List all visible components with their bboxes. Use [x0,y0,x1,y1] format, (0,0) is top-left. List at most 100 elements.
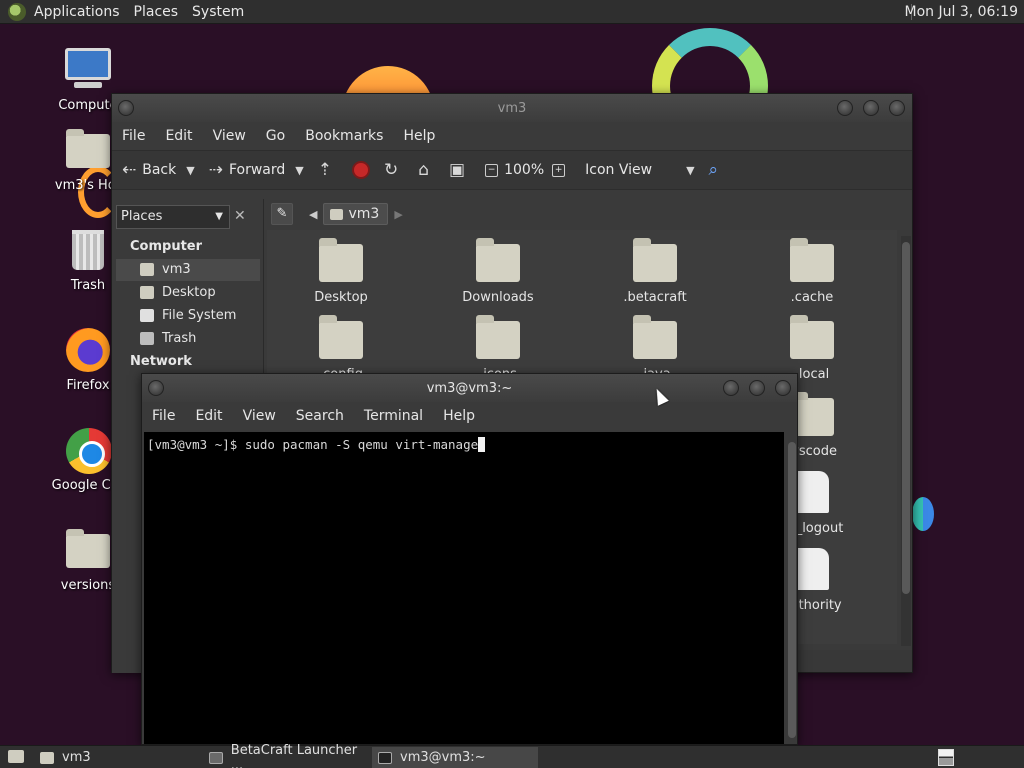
file-item[interactable]: .icons [438,313,558,382]
close-button[interactable] [889,100,905,116]
taskbar-item-betacraft[interactable]: BetaCraft Launcher ... [203,743,371,768]
maximize-button[interactable] [863,100,879,116]
menu-terminal[interactable]: Terminal [364,408,423,424]
menu-file[interactable]: File [122,128,145,144]
forward-button[interactable]: ⇢ Forward ▼ [209,160,304,180]
zoom-control[interactable]: − 100% + [485,162,571,178]
sidebar-places-select[interactable]: Places ▼ [116,205,230,229]
zoom-in-icon[interactable]: + [552,163,566,177]
menu-edit[interactable]: Edit [195,408,222,424]
taskbar-item-terminal[interactable]: vm3@vm3:~ [372,747,538,768]
home-button[interactable]: ⌂ [418,160,435,180]
folder-icon [319,238,363,282]
file-item[interactable]: .config [281,313,401,382]
scrollbar-thumb[interactable] [788,442,796,738]
back-button[interactable]: ⇠ Back ▼ [122,160,195,180]
window-title: vm3@vm3:~ [426,380,513,396]
app-window-icon [209,751,223,764]
home-folder-icon [64,126,112,174]
folder-icon [790,315,834,359]
close-button[interactable] [775,380,791,396]
folder-icon [476,238,520,282]
path-left-arrow-icon[interactable]: ◀ [309,208,317,221]
file-item[interactable]: Desktop [281,236,401,305]
maximize-button[interactable] [749,380,765,396]
file-item[interactable]: .cache [752,236,872,305]
search-button[interactable]: ⌕ [709,160,725,180]
document-icon [795,471,829,513]
view-mode-select[interactable]: Icon View ▼ [585,162,694,178]
window-menu-icon[interactable] [118,100,134,116]
stop-button[interactable] [352,161,370,179]
mate-logo-icon[interactable] [8,2,26,21]
menu-help[interactable]: Help [443,408,475,424]
file-label: Desktop [314,290,368,305]
search-icon: ⌕ [708,160,719,180]
edit-location-icon[interactable]: ✎ [271,203,293,225]
taskbar-item-label: BetaCraft Launcher ... [230,742,358,768]
scrollbar-thumb[interactable] [902,242,910,594]
chrome-icon [64,426,112,474]
computer-icon [64,46,112,94]
menu-view[interactable]: View [243,408,276,424]
terminal-screen[interactable]: [vm3@vm3 ~]$ sudo pacman -S qemu virt-ma… [144,432,784,744]
up-button[interactable]: ⇡ [318,160,338,180]
menu-go[interactable]: Go [266,128,285,144]
terminal-menubar: File Edit View Search Terminal Help [142,402,797,430]
top-panel: Applications Places System Mon Jul 3, 06… [0,0,1024,24]
forward-arrow-icon: ⇢ [208,160,223,180]
breadcrumb-vm3[interactable]: vm3 [323,203,389,225]
minimize-button[interactable] [837,100,853,116]
window-menu-icon[interactable] [148,380,164,396]
reload-button[interactable]: ↻ [384,160,404,180]
menu-file[interactable]: File [152,408,175,424]
minimize-button[interactable] [723,380,739,396]
file-manager-menubar: File Edit View Go Bookmarks Help [112,122,912,150]
file-item[interactable]: .java [595,313,715,382]
applications-menu[interactable]: Applications [34,4,120,20]
file-manager-titlebar[interactable]: vm3 [112,94,912,122]
terminal-titlebar[interactable]: vm3@vm3:~ [142,374,797,402]
workspace-switcher[interactable] [938,749,954,766]
terminal-scrollbar[interactable] [787,432,797,744]
computer-button[interactable]: ▣ [449,160,471,180]
clock[interactable]: Mon Jul 3, 06:19 [905,4,1018,20]
taskbar-item-label: vm3 [62,750,91,765]
folder-icon [319,315,363,359]
path-right-arrow-icon[interactable]: ▶ [394,208,402,221]
menu-help[interactable]: Help [403,128,435,144]
zoom-out-icon[interactable]: − [485,163,499,177]
sidebar-item-label: vm3 [162,262,191,277]
forward-history-dropdown-icon[interactable]: ▼ [295,164,303,177]
chevron-down-icon: ▼ [686,163,695,177]
folder-icon [64,526,112,574]
forward-label: Forward [228,162,286,178]
bottom-panel: vm3 BetaCraft Launcher ... vm3@vm3:~ [0,743,1024,768]
menu-edit[interactable]: Edit [165,128,192,144]
file-grid-scrollbar[interactable] [901,236,911,646]
terminal-window: vm3@vm3:~ File Edit View Search Terminal… [141,373,798,745]
folder-icon [633,315,677,359]
show-desktop-icon[interactable] [8,750,24,763]
file-item[interactable]: .betacraft [595,236,715,305]
system-menu[interactable]: System [192,4,244,20]
menu-view[interactable]: View [213,128,246,144]
folder-icon [140,286,154,299]
sidebar-item-desktop[interactable]: Desktop [116,282,260,304]
back-history-dropdown-icon[interactable]: ▼ [186,164,194,177]
sidebar-item-file-system[interactable]: File System [116,305,260,327]
sidebar-item-vm3[interactable]: vm3 [116,259,260,281]
close-sidebar-icon[interactable]: ✕ [234,208,246,224]
taskbar-item-file-manager[interactable]: vm3 [34,747,202,768]
file-item[interactable]: Downloads [438,236,558,305]
sidebar-item-trash[interactable]: Trash [116,328,260,350]
firefox-icon [64,326,112,374]
wallpaper-drop-shape [912,497,934,531]
menu-search[interactable]: Search [296,408,344,424]
file-item[interactable]: .local [752,313,872,382]
zoom-level: 100% [504,162,545,178]
menu-bookmarks[interactable]: Bookmarks [305,128,383,144]
places-menu[interactable]: Places [134,4,179,20]
file-label: .betacraft [623,290,687,305]
terminal-command-line: [vm3@vm3 ~]$ sudo pacman -S qemu virt-ma… [147,437,479,452]
